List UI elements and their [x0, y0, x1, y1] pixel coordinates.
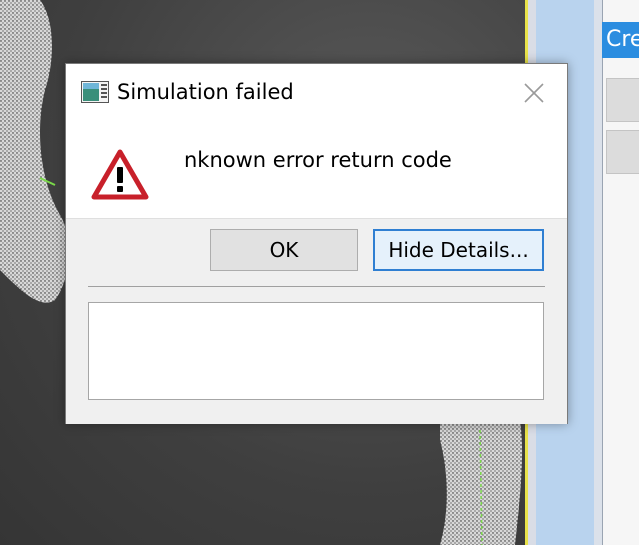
warning-icon [91, 149, 149, 201]
create-tab[interactable]: Cre [602, 22, 639, 58]
close-button[interactable] [517, 78, 551, 108]
close-icon [524, 83, 544, 103]
app-icon [81, 81, 109, 103]
details-separator [88, 286, 545, 287]
ok-button[interactable]: OK [210, 229, 358, 271]
side-panel-button[interactable] [606, 78, 639, 122]
side-panel-button[interactable] [606, 130, 639, 174]
dialog-titlebar[interactable]: Simulation failed [66, 64, 567, 122]
side-panel-divider [594, 0, 602, 545]
simulation-failed-dialog: Simulation failed nknown error return co… [65, 63, 568, 424]
details-text-area[interactable] [88, 302, 544, 400]
dialog-title: Simulation failed [117, 80, 294, 104]
hide-details-button[interactable]: Hide Details... [373, 229, 544, 271]
error-message: nknown error return code [184, 148, 452, 172]
dialog-button-area: OK Hide Details... [66, 218, 567, 424]
